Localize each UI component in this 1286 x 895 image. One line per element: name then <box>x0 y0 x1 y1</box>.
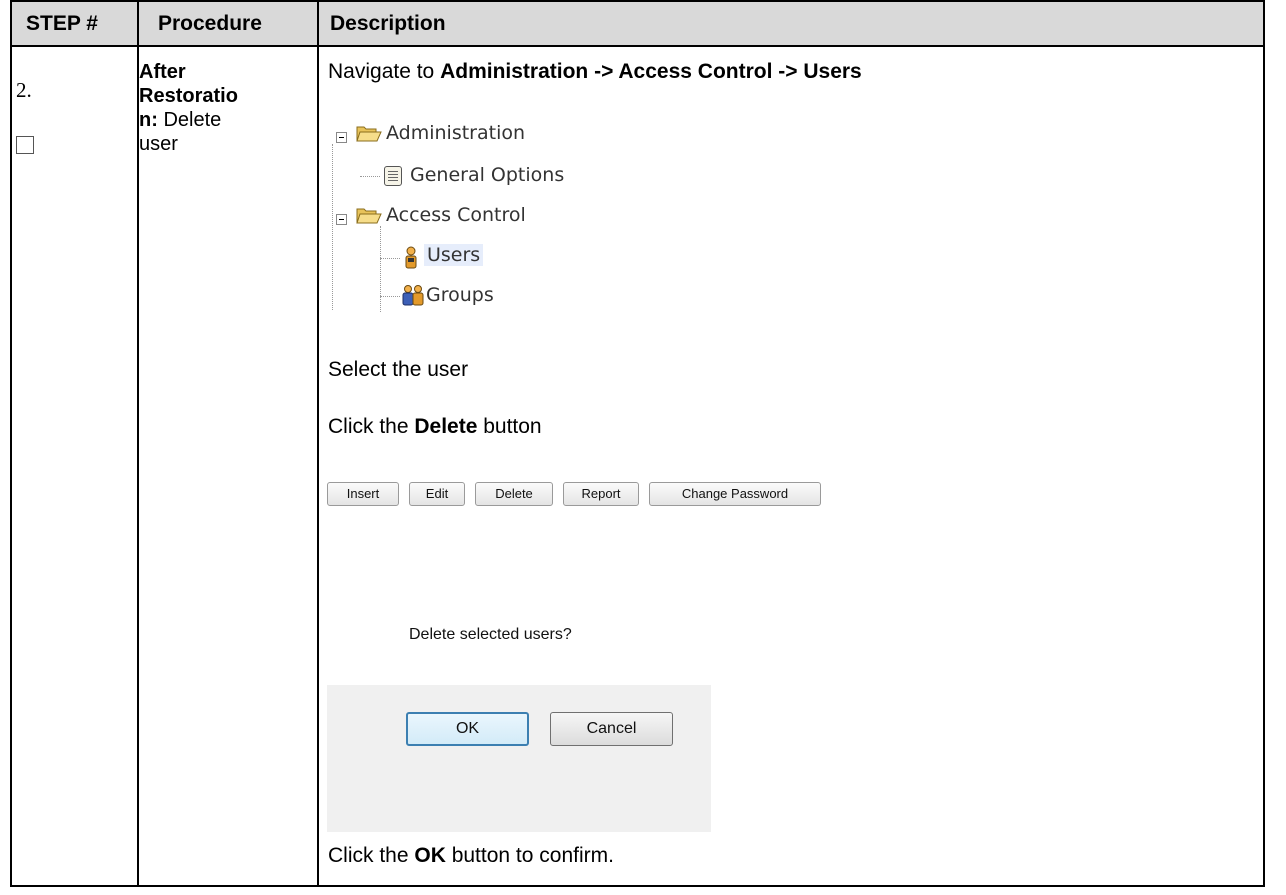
delete-button[interactable]: Delete <box>475 482 553 506</box>
procedure-text: After Restoratio n: Delete user <box>139 60 259 156</box>
ok-suffix: button to confirm. <box>445 844 614 867</box>
nav-prefix: Navigate to <box>328 60 441 83</box>
tree-connector <box>380 296 400 297</box>
click-delete-instruction: Click the Delete button <box>328 415 542 439</box>
procedure-bold: n: <box>139 109 158 131</box>
report-button[interactable]: Report <box>563 482 639 506</box>
collapse-toggle-icon[interactable] <box>336 214 347 225</box>
click-prefix: Click the <box>328 415 415 438</box>
procedure-line: Restoratio <box>139 85 238 107</box>
tree-connector <box>332 144 333 310</box>
select-user-instruction: Select the user <box>328 358 469 381</box>
dialog-button-panel <box>327 685 711 832</box>
users-label: Users <box>424 244 484 266</box>
folder-open-icon <box>356 126 382 142</box>
procedure-line: user <box>139 133 178 155</box>
step-number: 2. <box>16 78 32 102</box>
header-procedure: Procedure <box>158 12 262 35</box>
click-delete-word: Delete <box>414 415 478 438</box>
header-description: Description <box>330 12 446 35</box>
procedure-rest: Delete <box>157 109 222 131</box>
options-doc-icon <box>384 166 402 186</box>
tree-item-groups[interactable]: Groups <box>426 280 494 310</box>
cancel-button[interactable]: Cancel <box>550 712 673 746</box>
click-ok-instruction: Click the OK button to confirm. <box>328 844 614 868</box>
folder-open-icon <box>356 208 382 224</box>
user-icon <box>405 246 417 269</box>
insert-button[interactable]: Insert <box>327 482 399 506</box>
header-step: STEP # <box>26 12 98 35</box>
ok-prefix: Click the <box>328 844 415 867</box>
procedure-line: After <box>139 61 186 83</box>
tree-item-general-options[interactable]: General Options <box>410 160 564 190</box>
group-icon <box>402 285 424 306</box>
tree-connector <box>380 226 381 312</box>
edit-button[interactable]: Edit <box>409 482 465 506</box>
tree-connector <box>360 176 380 177</box>
click-suffix: button <box>477 415 542 438</box>
tree-item-access-control[interactable]: Access Control <box>386 200 526 230</box>
step-checkbox[interactable] <box>16 136 34 154</box>
navigate-instruction: Navigate to Administration -> Access Con… <box>328 60 862 84</box>
ok-word: OK <box>414 844 446 867</box>
ok-button[interactable]: OK <box>406 712 529 746</box>
tree-item-administration[interactable]: Administration <box>386 118 525 148</box>
collapse-toggle-icon[interactable] <box>336 132 347 143</box>
tree-connector <box>380 258 400 259</box>
confirm-question: Delete selected users? <box>409 626 572 643</box>
column-divider <box>317 2 319 885</box>
change-password-button[interactable]: Change Password <box>649 482 821 506</box>
tree-item-users[interactable]: Users <box>424 240 484 270</box>
admin-tree: Administration General Options Access Co… <box>322 118 682 318</box>
procedure-line: n: Delete <box>139 108 259 132</box>
nav-path: Administration -> Access Control -> User… <box>440 60 862 83</box>
